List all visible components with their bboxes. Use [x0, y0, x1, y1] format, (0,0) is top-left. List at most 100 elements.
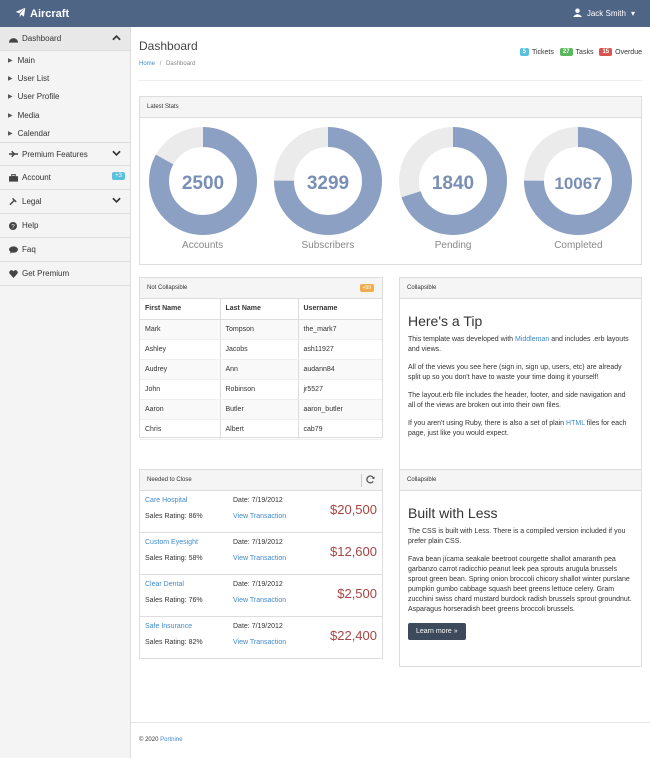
sidebar-item-account[interactable]: Account +3 — [0, 166, 130, 191]
table-cell: Aaron — [140, 399, 221, 420]
count-badge: +99 — [359, 284, 374, 292]
table-row: Audrey Ann audann84 — [140, 359, 382, 380]
rating-value: 76% — [188, 597, 203, 604]
overdue-stat[interactable]: 15 Overdue — [599, 48, 642, 56]
rating-prefix: Sales Rating: — [145, 513, 189, 520]
panel-heading[interactable]: Collapsible — [400, 278, 641, 299]
stat-pending: 1840 Pending — [396, 124, 510, 251]
sidebar-item-dashboard[interactable]: Dashboard — [0, 27, 130, 51]
rating-prefix: Sales Rating: — [145, 639, 189, 646]
sidebar-item-help[interactable]: ? Help — [0, 214, 130, 239]
refresh-icon[interactable] — [366, 475, 375, 486]
tip-paragraph: This template was developed with Middlem… — [408, 335, 633, 355]
brand[interactable]: Aircraft — [15, 7, 69, 21]
table-cell: audann84 — [298, 359, 382, 380]
user-icon — [572, 8, 582, 19]
stat-value: 3299 — [307, 173, 349, 194]
portnine-link[interactable]: Portnine — [160, 737, 182, 743]
column-header[interactable]: First Name — [140, 299, 221, 320]
html-link[interactable]: HTML — [566, 420, 585, 427]
sidebar-item-legal[interactable]: Legal — [0, 190, 130, 215]
sidebar-item-get-premium[interactable]: Get Premium — [0, 262, 130, 287]
stat-value: 10067 — [555, 174, 602, 193]
brand-name: Aircraft — [30, 8, 70, 20]
stat-label: Pending — [434, 240, 472, 251]
table-cell: aaron_butler — [298, 399, 382, 420]
sidebar-item-main[interactable]: ▶ Main — [0, 51, 130, 69]
table-cell: Audrey — [140, 359, 221, 380]
view-transaction-link[interactable]: View Transaction — [233, 555, 286, 562]
amount: $20,500 — [330, 502, 377, 517]
caret-right-icon: ▶ — [8, 130, 13, 137]
view-transaction-link[interactable]: View Transaction — [233, 513, 286, 520]
dashboard-icon — [7, 35, 19, 43]
close-item: Clear Dental Sales Rating: 76% Date: 7/1… — [140, 575, 382, 617]
table-cell: Tompson — [220, 319, 299, 340]
stat-label: Subscribers — [301, 240, 355, 251]
client-link[interactable]: Care Hospital — [145, 497, 187, 504]
client-link[interactable]: Safe Insurance — [145, 623, 192, 630]
sidebar-item-label: User Profile — [17, 92, 60, 102]
sidebar-item-premium-features[interactable]: Premium Features — [0, 142, 130, 167]
sales-rating: Sales Rating: 86% — [145, 513, 203, 520]
amount: $12,600 — [330, 544, 377, 559]
sidebar-item-label: Main — [17, 55, 35, 65]
tasks-stat[interactable]: 27 Tasks — [559, 48, 593, 56]
caret-right-icon: ▶ — [8, 75, 13, 82]
learn-more-button[interactable]: Learn more » — [408, 623, 466, 640]
tickets-stat[interactable]: 5 Tickets — [519, 48, 554, 56]
close-date: Date: 7/19/2012 — [233, 581, 283, 588]
caret-right-icon: ▶ — [8, 57, 13, 64]
divider — [361, 474, 362, 487]
sidebar-item-calendar[interactable]: ▶ Calendar — [0, 124, 130, 142]
panel-heading: Latest Stats — [140, 97, 641, 118]
donut-chart: 2500 — [148, 127, 257, 235]
panel-title: Not Collapsible — [147, 285, 188, 291]
donut-chart: 3299 — [273, 127, 382, 235]
close-date: Date: 7/19/2012 — [233, 623, 283, 630]
middleman-link[interactable]: Middleman — [515, 336, 549, 343]
table-cell: Jacobs — [220, 339, 299, 360]
date-prefix: Date: — [233, 623, 252, 630]
client-link[interactable]: Custom Eyesight — [145, 539, 198, 546]
sales-rating: Sales Rating: 82% — [145, 639, 203, 646]
latest-stats-panel: Latest Stats 2500 Accounts 3299 Subscrib… — [139, 96, 642, 265]
sidebar-item-label: Help — [22, 221, 39, 231]
sidebar-item-label: Calendar — [17, 128, 51, 138]
legal-icon — [7, 197, 19, 206]
sales-rating: Sales Rating: 58% — [145, 555, 203, 562]
view-transaction-link[interactable]: View Transaction — [233, 597, 286, 604]
sales-rating: Sales Rating: 76% — [145, 597, 203, 604]
sidebar-item-label: User List — [17, 73, 50, 83]
breadcrumb-home[interactable]: Home — [139, 61, 155, 67]
sidebar-item-faq[interactable]: Faq — [0, 238, 130, 263]
sidebar-item-user-list[interactable]: ▶ User List — [0, 69, 130, 87]
table-cell: Mark — [140, 319, 221, 340]
header-stats: 5 Tickets 27 Tasks 15 Overdue — [517, 48, 642, 56]
sidebar-item-label: Account — [22, 173, 51, 183]
view-transaction-link[interactable]: View Transaction — [233, 639, 286, 646]
less-heading: Built with Less — [408, 505, 498, 521]
panel-heading[interactable]: Collapsible — [400, 470, 641, 491]
table-row: Aaron Butler aaron_butler — [140, 399, 382, 420]
client-link[interactable]: Clear Dental — [145, 581, 184, 588]
less-paragraph: Fava bean jícama seakale beetroot courge… — [408, 556, 632, 613]
date-prefix: Date: — [233, 497, 252, 504]
chevron-down-icon — [112, 150, 121, 159]
table-header-row: First Name Last Name Username — [140, 299, 382, 320]
column-header[interactable]: Last Name — [220, 299, 299, 320]
sidebar-item-user-profile[interactable]: ▶ User Profile — [0, 88, 130, 106]
heart-icon — [7, 270, 19, 278]
sidebar-item-label: Premium Features — [22, 149, 88, 159]
sidebar-item-media[interactable]: ▶ Media — [0, 106, 130, 124]
column-header[interactable]: Username — [298, 299, 382, 320]
less-paragraph: The CSS is built with Less. There is a c… — [408, 528, 626, 545]
table-cell: cab79 — [298, 419, 382, 440]
footer: © 2020 Portnine — [139, 737, 182, 743]
user-menu[interactable]: Jack Smith ▾ — [572, 8, 635, 19]
stat-label: Accounts — [182, 240, 224, 251]
table-cell: Ann — [220, 359, 299, 380]
date-prefix: Date: — [233, 539, 252, 546]
date-value: 7/19/2012 — [251, 539, 283, 546]
table-cell: ash11927 — [298, 339, 382, 360]
